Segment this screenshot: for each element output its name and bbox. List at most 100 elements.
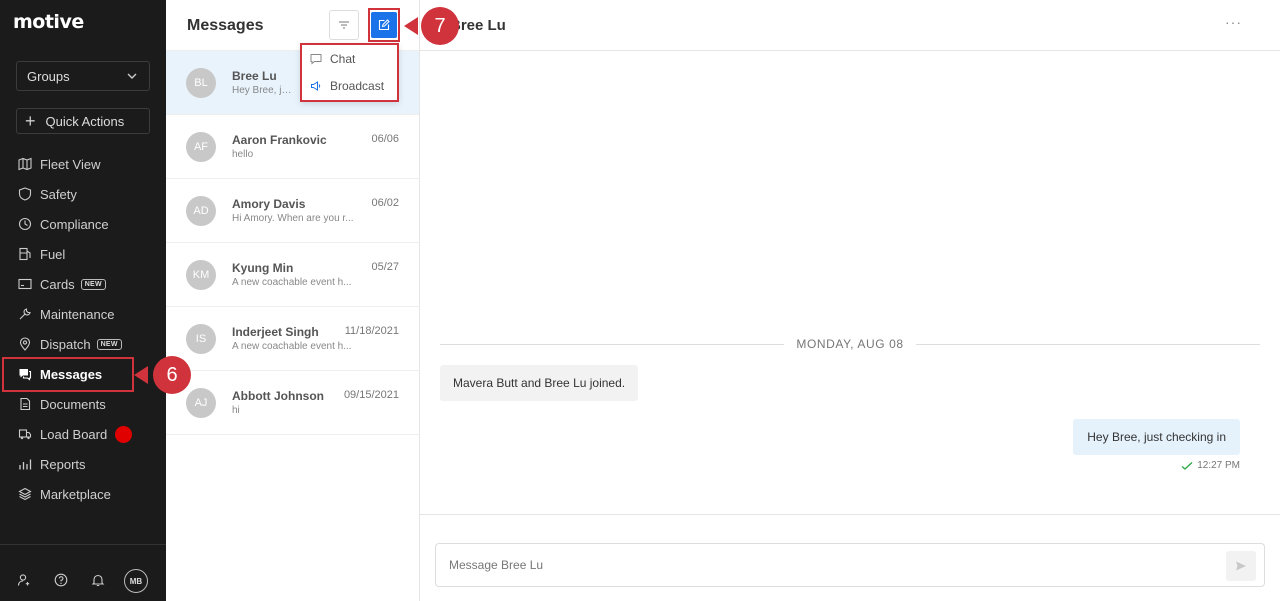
- sidebar-item-label: Documents: [40, 396, 106, 412]
- divider: [915, 343, 1261, 345]
- message-composer: [435, 543, 1265, 587]
- chat-header: Bree Lu ···: [420, 0, 1280, 51]
- conversation-item[interactable]: AJ Abbott Johnson hi 09/15/2021: [166, 371, 419, 435]
- menu-item-broadcast[interactable]: Broadcast: [302, 72, 397, 99]
- day-separator: MONDAY, AUG 08: [440, 336, 1261, 352]
- reports-icon: [19, 459, 32, 470]
- sidebar-item-label: Marketplace: [40, 486, 111, 502]
- sidebar-item-documents[interactable]: Documents: [0, 389, 166, 419]
- conversation-date: 09/15/2021: [343, 389, 399, 401]
- sidebar-item-load-board[interactable]: Load Board: [0, 419, 166, 449]
- sidebar-item-fuel[interactable]: Fuel: [0, 239, 166, 269]
- avatar: IS: [186, 324, 216, 354]
- outgoing-message[interactable]: Hey Bree, just checking in: [1073, 419, 1240, 455]
- sidebar-item-dispatch[interactable]: Dispatch NEW: [0, 329, 166, 359]
- conversation-preview: A new coachable event h...: [232, 341, 352, 352]
- bell-icon[interactable]: [91, 573, 105, 587]
- sidebar-item-compliance[interactable]: Compliance: [0, 209, 166, 239]
- conversation-date: 05/27: [371, 261, 399, 273]
- conversation-name: Kyung Min: [232, 261, 294, 275]
- groups-label: Groups: [27, 68, 70, 84]
- megaphone-icon: [311, 80, 321, 91]
- avatar: BL: [186, 68, 216, 98]
- sidebar-item-label: Cards: [40, 276, 75, 292]
- compose-highlight: [368, 8, 400, 42]
- divider: [420, 514, 1280, 515]
- layers-icon: [18, 487, 32, 501]
- conversation-name: Amory Davis: [232, 197, 306, 211]
- conversation-item[interactable]: AD Amory Davis Hi Amory. When are you r.…: [166, 179, 419, 243]
- conversation-preview: Hey Bree, just checking in: [232, 85, 296, 96]
- conversation-name: Inderjeet Singh: [232, 325, 319, 339]
- plus-icon: +: [25, 111, 36, 131]
- avatar: AJ: [186, 388, 216, 418]
- sidebar-item-marketplace[interactable]: Marketplace: [0, 479, 166, 509]
- sidebar-item-label: Safety: [40, 186, 77, 202]
- chevron-down-icon: [127, 73, 137, 79]
- send-icon: [1236, 561, 1246, 571]
- chat-bubble-icon: [310, 53, 322, 65]
- menu-item-label: Broadcast: [330, 78, 385, 93]
- compliance-icon: [18, 217, 32, 231]
- conversation-date: 06/02: [371, 197, 399, 209]
- avatar: AD: [186, 196, 216, 226]
- pin-icon: [19, 337, 31, 351]
- conversation-preview: hello: [232, 149, 254, 160]
- new-badge: NEW: [96, 338, 122, 350]
- sidebar-item-label: Maintenance: [40, 306, 115, 322]
- new-message-menu: Chat Broadcast: [300, 43, 399, 102]
- conversation-preview: A new coachable event h...: [232, 277, 352, 288]
- menu-item-label: Chat: [330, 51, 356, 66]
- conversation-date: 11/18/2021: [344, 325, 399, 337]
- user-settings-icon[interactable]: [17, 573, 31, 587]
- motive-logo[interactable]: motive: [13, 11, 84, 33]
- wrench-icon: [19, 308, 31, 320]
- delivered-check-icon: [1181, 461, 1193, 470]
- send-button[interactable]: [1226, 551, 1256, 581]
- menu-item-chat[interactable]: Chat: [302, 45, 397, 72]
- sidebar-item-maintenance[interactable]: Maintenance: [0, 299, 166, 329]
- conversation-name: Abbott Johnson: [232, 389, 324, 403]
- user-avatar[interactable]: MB: [124, 569, 148, 593]
- conversation-item[interactable]: IS Inderjeet Singh A new coachable event…: [166, 307, 419, 371]
- callout-arrow: [404, 17, 418, 35]
- filter-button[interactable]: [329, 10, 359, 40]
- sidebar-nav: Fleet View Safety Compliance Fuel Cards …: [0, 149, 166, 509]
- document-icon: [20, 397, 31, 411]
- chat-pane: Bree Lu ··· MONDAY, AUG 08 Mavera Butt a…: [420, 0, 1280, 601]
- sidebar-item-safety[interactable]: Safety: [0, 179, 166, 209]
- avatar: AF: [186, 132, 216, 162]
- sidebar: motive Groups + Quick Actions Fleet View…: [0, 0, 166, 601]
- sidebar-item-fleet-view[interactable]: Fleet View: [0, 149, 166, 179]
- message-time: 12:27 PM: [1197, 460, 1240, 471]
- system-message: Mavera Butt and Bree Lu joined.: [440, 365, 639, 401]
- new-badge: NEW: [80, 278, 106, 290]
- map-icon: [18, 157, 32, 171]
- more-options-icon[interactable]: ···: [1225, 14, 1242, 30]
- sidebar-item-label: Load Board: [40, 426, 108, 442]
- sidebar-item-label: Compliance: [40, 216, 109, 232]
- sidebar-item-label: Dispatch: [40, 336, 91, 352]
- conversation-item[interactable]: AF Aaron Frankovic hello 06/06: [166, 115, 419, 179]
- message-input[interactable]: [436, 544, 1216, 586]
- groups-dropdown[interactable]: Groups: [16, 61, 150, 91]
- sidebar-item-label: Fleet View: [40, 156, 101, 172]
- messages-highlight: [2, 357, 134, 392]
- conversation-item[interactable]: KM Kyung Min A new coachable event h... …: [166, 243, 419, 307]
- sidebar-item-label: Fuel: [40, 246, 66, 262]
- sidebar-item-reports[interactable]: Reports: [0, 449, 166, 479]
- quick-actions-button[interactable]: + Quick Actions: [16, 108, 150, 134]
- message-meta: 12:27 PM: [1181, 460, 1240, 471]
- conversation-name: Bree Lu: [232, 69, 277, 83]
- notification-dot: [115, 425, 133, 443]
- sidebar-item-label: Reports: [40, 456, 86, 472]
- sidebar-item-cards[interactable]: Cards NEW: [0, 269, 166, 299]
- conversation-preview: Hi Amory. When are you r...: [232, 213, 354, 224]
- sidebar-footer: MB: [0, 544, 166, 601]
- step-callout-7: 7: [421, 7, 459, 45]
- fuel-icon: [19, 247, 31, 261]
- help-icon[interactable]: [54, 573, 68, 587]
- day-label: MONDAY, AUG 08: [796, 337, 904, 351]
- conversation-name: Aaron Frankovic: [232, 133, 327, 147]
- avatar: KM: [186, 260, 216, 290]
